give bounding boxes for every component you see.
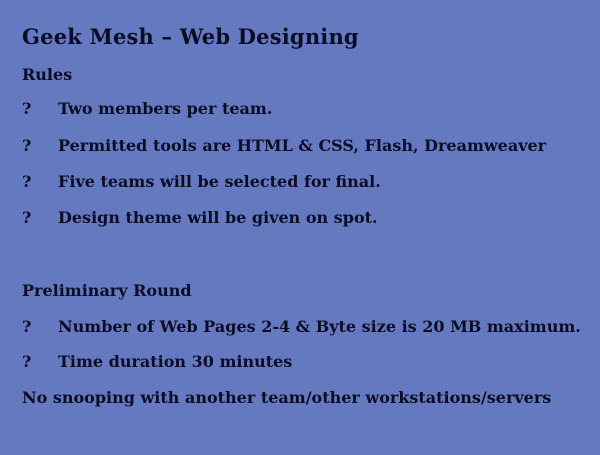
slide-page: Geek Mesh – Web Designing Rules ? Two me… [0, 0, 600, 455]
preliminary-item: ? Time duration 30 minutes [0, 352, 600, 374]
rule-item: ? Two members per team. [0, 99, 600, 121]
bullet-icon: ? [22, 99, 32, 118]
preliminary-item: ? Number of Web Pages 2-4 & Byte size is… [0, 317, 600, 339]
bullet-icon: ? [22, 136, 32, 155]
page-title: Geek Mesh – Web Designing [22, 24, 359, 49]
rule-item: ? Permitted tools are HTML & CSS, Flash,… [0, 136, 600, 158]
rules-heading: Rules [22, 65, 73, 84]
rule-item: ? Design theme will be given on spot. [0, 208, 600, 230]
no-snooping-note: No snooping with another team/other work… [22, 388, 552, 407]
rule-text: Permitted tools are HTML & CSS, Flash, D… [58, 136, 547, 155]
bullet-icon: ? [22, 352, 32, 371]
preliminary-round-heading: Preliminary Round [22, 281, 192, 300]
rule-text: Two members per team. [58, 99, 273, 118]
rule-text: Five teams will be selected for final. [58, 172, 381, 191]
bullet-icon: ? [22, 208, 32, 227]
bullet-icon: ? [22, 172, 32, 191]
bullet-icon: ? [22, 317, 32, 336]
preliminary-text: Number of Web Pages 2-4 & Byte size is 2… [58, 317, 581, 336]
rule-item: ? Five teams will be selected for final. [0, 172, 600, 194]
rule-text: Design theme will be given on spot. [58, 208, 378, 227]
preliminary-text: Time duration 30 minutes [58, 352, 293, 371]
